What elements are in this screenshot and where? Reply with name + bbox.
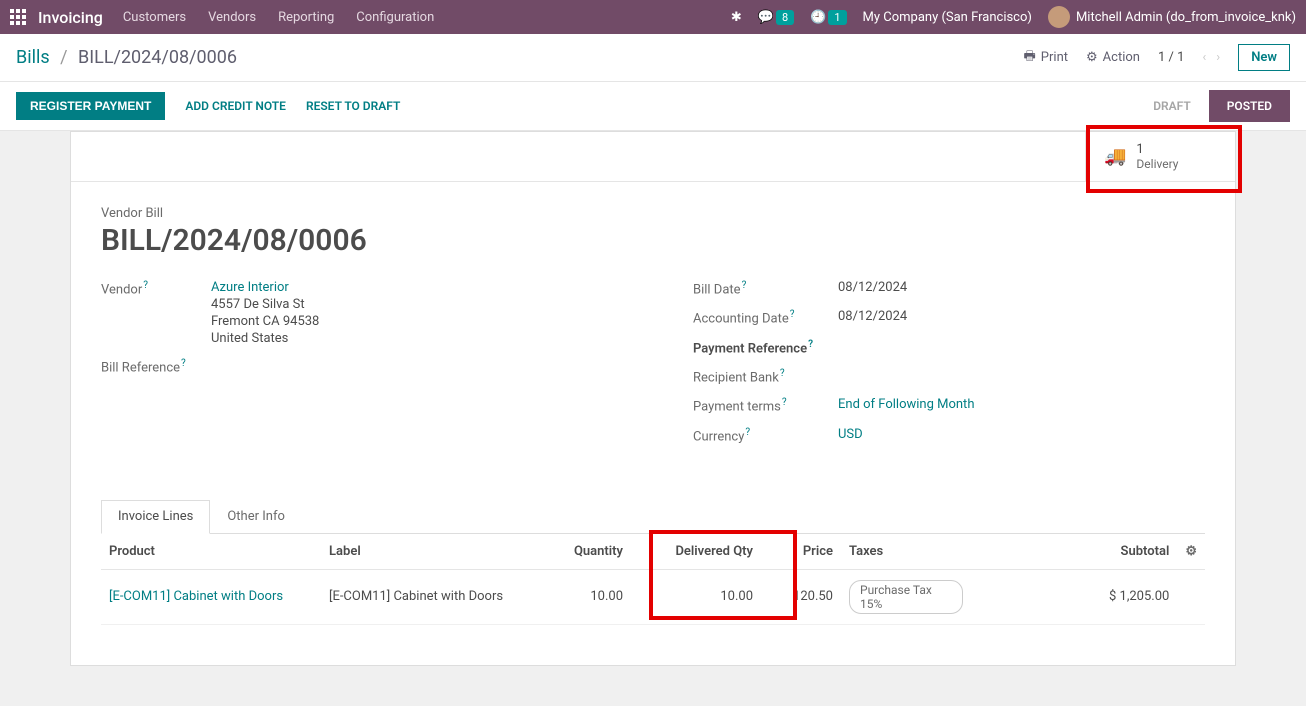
th-quantity: Quantity bbox=[541, 534, 631, 570]
pay-terms-link[interactable]: End of Following Month bbox=[838, 397, 974, 412]
vendor-addr1: 4557 De Silva St bbox=[211, 297, 613, 312]
pager-next-icon[interactable]: › bbox=[1216, 50, 1220, 65]
th-subtotal: Subtotal bbox=[971, 534, 1177, 570]
highlight-delivery bbox=[1086, 125, 1242, 193]
register-payment-button[interactable]: REGISTER PAYMENT bbox=[16, 92, 165, 120]
vendor-link[interactable]: Azure Interior bbox=[211, 280, 289, 295]
th-taxes: Taxes bbox=[841, 534, 971, 570]
vendor-addr3: United States bbox=[211, 331, 613, 346]
vendor-addr2: Fremont CA 94538 bbox=[211, 314, 613, 329]
activities-badge: 1 bbox=[828, 10, 846, 25]
form-title: BILL/2024/08/0006 bbox=[101, 223, 1205, 258]
help-icon[interactable]: ? bbox=[790, 309, 795, 320]
pager-text: 1 / 1 bbox=[1158, 50, 1184, 65]
bill-ref-label: Bill Reference? bbox=[101, 358, 211, 375]
action-button[interactable]: ⚙Action bbox=[1086, 50, 1140, 65]
bug-icon[interactable]: ✱ bbox=[731, 10, 742, 25]
recip-bank-label: Recipient Bank? bbox=[693, 368, 838, 385]
column-options-icon[interactable]: ⚙ bbox=[1185, 544, 1197, 559]
form-pretitle: Vendor Bill bbox=[101, 206, 1205, 221]
th-product: Product bbox=[101, 534, 321, 570]
gear-icon: ⚙ bbox=[1086, 50, 1098, 65]
app-brand: Invoicing bbox=[38, 8, 103, 27]
cell-quantity: 10.00 bbox=[541, 569, 631, 624]
help-icon[interactable]: ? bbox=[780, 368, 785, 379]
tab-other-info[interactable]: Other Info bbox=[210, 500, 302, 533]
status-draft[interactable]: DRAFT bbox=[1135, 90, 1209, 122]
bill-date-value[interactable]: 08/12/2024 bbox=[838, 280, 1205, 295]
help-icon[interactable]: ? bbox=[181, 358, 186, 369]
print-icon: 🖶 bbox=[1024, 47, 1036, 69]
currency-label: Currency? bbox=[693, 427, 838, 444]
tax-pill[interactable]: Purchase Tax 15% bbox=[849, 580, 963, 614]
vendor-label: Vendor? bbox=[101, 280, 211, 297]
currency-link[interactable]: USD bbox=[838, 427, 863, 442]
product-link[interactable]: [E-COM11] Cabinet with Doors bbox=[109, 589, 283, 604]
add-credit-note-button[interactable]: ADD CREDIT NOTE bbox=[185, 99, 286, 113]
pay-ref-label: Payment Reference? bbox=[693, 339, 838, 356]
avatar bbox=[1048, 6, 1070, 28]
cell-label: [E-COM11] Cabinet with Doors bbox=[321, 569, 541, 624]
nav-configuration[interactable]: Configuration bbox=[356, 10, 434, 25]
help-icon[interactable]: ? bbox=[808, 339, 813, 350]
help-icon[interactable]: ? bbox=[782, 397, 787, 408]
acct-date-label: Accounting Date? bbox=[693, 309, 838, 326]
company-selector[interactable]: My Company (San Francisco) bbox=[863, 10, 1032, 25]
new-button[interactable]: New bbox=[1238, 44, 1290, 71]
status-posted[interactable]: POSTED bbox=[1209, 90, 1290, 122]
th-label: Label bbox=[321, 534, 541, 570]
pager-prev-icon[interactable]: ‹ bbox=[1202, 50, 1206, 65]
pay-terms-label: Payment terms? bbox=[693, 397, 838, 414]
breadcrumb-current: BILL/2024/08/0006 bbox=[78, 47, 237, 68]
print-button[interactable]: 🖶Print bbox=[1024, 47, 1068, 69]
nav-reporting[interactable]: Reporting bbox=[278, 10, 334, 25]
breadcrumb: Bills / BILL/2024/08/0006 bbox=[16, 47, 237, 68]
highlight-delivered-qty bbox=[649, 530, 797, 620]
help-icon[interactable]: ? bbox=[742, 280, 747, 291]
tab-invoice-lines[interactable]: Invoice Lines bbox=[101, 500, 210, 534]
user-menu[interactable]: Mitchell Admin (do_from_invoice_knk) bbox=[1048, 6, 1296, 28]
nav-customers[interactable]: Customers bbox=[123, 10, 186, 25]
status-bar: DRAFT POSTED bbox=[1135, 90, 1290, 122]
help-icon[interactable]: ? bbox=[143, 280, 148, 291]
reset-to-draft-button[interactable]: RESET TO DRAFT bbox=[306, 99, 400, 113]
activities-icon[interactable]: 🕘1 bbox=[810, 10, 846, 25]
messages-icon[interactable]: 💬8 bbox=[758, 10, 794, 25]
breadcrumb-root[interactable]: Bills bbox=[16, 47, 50, 68]
apps-icon[interactable] bbox=[10, 9, 26, 25]
messages-badge: 8 bbox=[776, 10, 794, 25]
cell-subtotal: $ 1,205.00 bbox=[971, 569, 1177, 624]
bill-date-label: Bill Date? bbox=[693, 280, 838, 297]
nav-vendors[interactable]: Vendors bbox=[208, 10, 256, 25]
help-icon[interactable]: ? bbox=[745, 427, 750, 438]
acct-date-value[interactable]: 08/12/2024 bbox=[838, 309, 1205, 324]
